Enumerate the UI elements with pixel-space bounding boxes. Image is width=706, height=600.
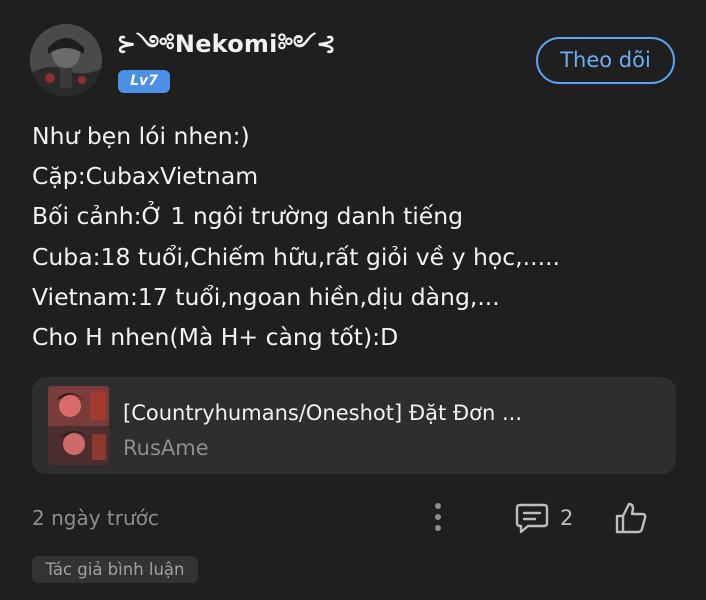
author-comment-tag: Tác giả bình luận bbox=[32, 556, 198, 583]
linked-story-title: [Countryhumans/Oneshot] Đặt Đơn ... bbox=[123, 401, 523, 425]
reply-count: 2 bbox=[560, 506, 574, 530]
reply-button[interactable]: 2 bbox=[514, 500, 578, 536]
avatar[interactable] bbox=[30, 24, 102, 96]
post-line: Vietnam:17 tuổi,ngoan hiền,dịu dàng,... bbox=[32, 282, 500, 311]
avatar-image bbox=[30, 24, 102, 96]
timestamp: 2 ngày trước bbox=[32, 506, 159, 530]
level-badge: Lv7 bbox=[118, 70, 170, 93]
comment-card: ⊱༺Nekomi༻⊰ Lv7 Theo dõi Như bẹn lói nhen… bbox=[0, 0, 706, 600]
post-body: Như bẹn lói nhen:) Cặp:CubaxVietnam Bối … bbox=[32, 116, 672, 357]
like-button[interactable] bbox=[613, 500, 649, 536]
story-cover-thumbnail bbox=[48, 386, 109, 465]
post-line: Cặp:CubaxVietnam bbox=[32, 162, 259, 191]
post-line: Bối cảnh:Ở 1 ngôi trường danh tiếng bbox=[32, 202, 464, 231]
post-line: Cuba:18 tuổi,Chiếm hữu,rất giỏi về y học… bbox=[32, 242, 560, 271]
username[interactable]: ⊱༺Nekomi༻⊰ bbox=[116, 28, 336, 60]
linked-story-card[interactable]: [Countryhumans/Oneshot] Đặt Đơn ... RusA… bbox=[32, 377, 676, 474]
post-line: Như bẹn lói nhen:) bbox=[32, 122, 250, 150]
post-line: Cho H nhen(Mà H+ càng tốt):D bbox=[32, 323, 399, 352]
follow-button[interactable]: Theo dõi bbox=[536, 37, 675, 84]
more-options-button[interactable] bbox=[428, 500, 448, 536]
comment-icon bbox=[515, 503, 549, 534]
linked-story-author: RusAme bbox=[123, 436, 209, 460]
more-vertical-icon bbox=[435, 503, 441, 531]
thumbs-up-icon bbox=[615, 502, 647, 534]
